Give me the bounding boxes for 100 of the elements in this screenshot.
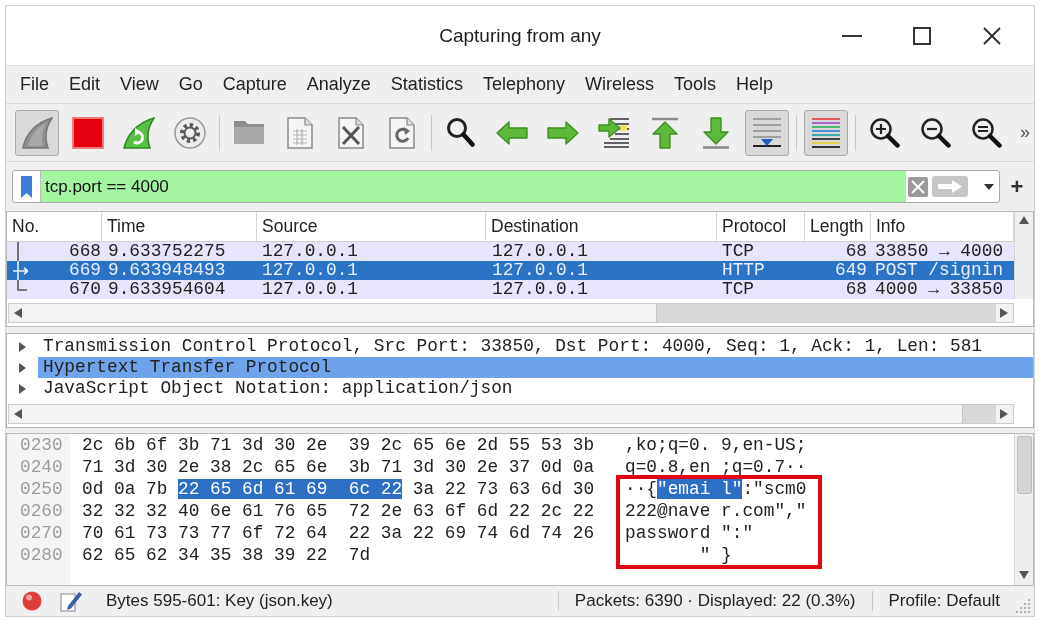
arrow-box-icon bbox=[932, 176, 968, 197]
more-tools-button[interactable]: » bbox=[1016, 120, 1034, 145]
menu-item[interactable]: Telephony bbox=[473, 71, 574, 98]
menu-item[interactable]: Statistics bbox=[381, 71, 472, 98]
horizontal-scrollbar[interactable] bbox=[8, 404, 1014, 424]
byte-offset: 0270 bbox=[20, 523, 63, 543]
maximize-icon bbox=[913, 26, 931, 45]
table-cell-text: 649 bbox=[834, 261, 868, 280]
minimize-icon bbox=[842, 34, 862, 37]
filter-field[interactable]: tcp.port == 4000 bbox=[12, 170, 1000, 203]
colorize-button[interactable] bbox=[804, 109, 848, 156]
table-cell-text: 4000 → 33850 bbox=[874, 280, 1005, 299]
clear-button[interactable] bbox=[908, 176, 928, 197]
zoom-out-icon bbox=[921, 117, 951, 148]
tree-item[interactable]: JavaScript Object Notation: application/json bbox=[38, 378, 1033, 399]
filter-input[interactable]: tcp.port == 4000 bbox=[41, 171, 906, 202]
scrollbar-thumb[interactable] bbox=[1016, 436, 1032, 494]
table-cell-text: 127.0.0.1 bbox=[261, 242, 360, 261]
tree-item[interactable]: Transmission Control Protocol, Src Port: 33850, Dst Port: 4000, Seq: 1, Ack: 1, Len: 581 bbox=[38, 336, 1033, 357]
byte-offset: 0280 bbox=[20, 545, 63, 565]
scroll-up-icon[interactable] bbox=[1019, 216, 1029, 224]
expand-arrow-icon[interactable] bbox=[19, 362, 26, 373]
menu-item[interactable]: Edit bbox=[60, 71, 110, 98]
right-arrow-icon bbox=[547, 120, 579, 145]
bookmark-icon bbox=[21, 175, 32, 198]
table-cell-text: 33850 → 4000 bbox=[874, 242, 1005, 261]
ascii-text: password ":" bbox=[625, 523, 754, 543]
ascii-text: 222@nave r.com"," bbox=[625, 501, 807, 521]
menu-item[interactable]: Help bbox=[727, 71, 783, 98]
scroll-down-icon[interactable] bbox=[1019, 571, 1029, 579]
fin-icon bbox=[21, 116, 53, 149]
hex-bytes: 62 65 62 34 35 38 39 22 7d bbox=[82, 545, 371, 565]
resize-grip-icon[interactable] bbox=[1016, 599, 1030, 613]
menu-item[interactable]: File bbox=[11, 71, 58, 98]
up-arrow-bar-icon bbox=[651, 116, 679, 149]
zoom-in-icon bbox=[870, 117, 900, 148]
cross-square-icon bbox=[908, 176, 928, 197]
lines-triangle-icon bbox=[753, 117, 781, 148]
packet-row[interactable]: 669 9.633948493 127.0.0.1 127.0.0.1 HTTP 649 POST /signin bbox=[7, 261, 1014, 280]
menu-item[interactable]: Capture bbox=[213, 71, 296, 98]
horizontal-scrollbar[interactable] bbox=[8, 303, 1014, 323]
status-text[interactable]: Profile: Default bbox=[872, 591, 1016, 611]
menu-item[interactable]: Analyze bbox=[297, 71, 380, 98]
ascii-text: ··{ bbox=[625, 479, 657, 499]
column-header[interactable]: Source bbox=[257, 212, 486, 241]
menu-item[interactable]: Wireless bbox=[575, 71, 663, 98]
scroll-right-icon[interactable] bbox=[1000, 409, 1008, 419]
zoom-reset-icon bbox=[972, 117, 1002, 148]
hex-bytes: 3a 22 73 63 6d 30 bbox=[412, 479, 595, 499]
settings-icon bbox=[174, 116, 206, 149]
bookmark-button[interactable] bbox=[13, 171, 41, 202]
folder-icon bbox=[233, 120, 265, 145]
table-cell-text: HTTP bbox=[721, 261, 766, 280]
hex-bytes: 22 65 6d 61 69 6c 22 bbox=[178, 479, 403, 499]
scroll-left-icon[interactable] bbox=[14, 308, 22, 318]
packet-row[interactable]: 670 9.633954604 127.0.0.1 127.0.0.1 TCP 68 4000 → 33850 bbox=[7, 280, 1014, 299]
table-cell-text: 670 bbox=[68, 280, 102, 299]
auto-scroll-button[interactable] bbox=[745, 109, 789, 156]
scrollbar-thumb[interactable] bbox=[656, 304, 996, 322]
scroll-right-icon[interactable] bbox=[1000, 308, 1008, 318]
search-icon bbox=[447, 118, 475, 147]
document-reload-icon bbox=[389, 116, 415, 149]
column-header[interactable]: No. bbox=[7, 212, 102, 241]
hex-bytes: 0d 0a 7b bbox=[82, 479, 168, 499]
ascii-text: "emai l" bbox=[657, 479, 743, 499]
striped-lines-icon bbox=[812, 117, 840, 148]
fin-arrow-icon bbox=[123, 116, 155, 149]
byte-offset: 0250 bbox=[20, 479, 63, 499]
table-cell-text: 127.0.0.1 bbox=[261, 261, 360, 280]
menu-item[interactable]: Tools bbox=[665, 71, 725, 98]
left-arrow-icon bbox=[496, 120, 528, 145]
byte-offset: 0230 bbox=[20, 435, 63, 455]
close-icon bbox=[983, 26, 1001, 45]
column-header[interactable]: Time bbox=[102, 212, 257, 241]
packet-row[interactable]: 668 9.633752275 127.0.0.1 127.0.0.1 TCP 68 33850 → 4000 bbox=[7, 242, 1014, 261]
menu-item[interactable]: View bbox=[111, 71, 168, 98]
document-cross-icon bbox=[338, 116, 364, 149]
status-text: Bytes 595-601: Key (json.key) bbox=[106, 591, 334, 611]
add-filter-button[interactable]: + bbox=[1004, 173, 1030, 200]
scrollbar-thumb[interactable] bbox=[962, 405, 996, 423]
table-cell-text: 127.0.0.1 bbox=[491, 242, 590, 261]
expand-arrow-icon[interactable] bbox=[19, 383, 26, 394]
start-capture-button[interactable] bbox=[15, 109, 59, 156]
byte-offset: 0260 bbox=[20, 501, 63, 521]
tree-item[interactable]: Hypertext Transfer Protocol bbox=[38, 357, 1033, 378]
table-cell-text: 9.633752275 bbox=[107, 242, 227, 261]
table-cell-text: POST /signin bbox=[874, 261, 1005, 280]
column-header[interactable]: Protocol bbox=[717, 212, 805, 241]
vertical-scrollbar[interactable] bbox=[1014, 434, 1033, 585]
status-dot-icon[interactable] bbox=[22, 591, 42, 611]
column-header[interactable]: Destination bbox=[486, 212, 717, 241]
document-icon bbox=[287, 116, 313, 149]
scroll-left-icon[interactable] bbox=[14, 409, 22, 419]
menu-item[interactable]: Go bbox=[169, 71, 212, 98]
vertical-scrollbar[interactable] bbox=[1014, 212, 1033, 299]
hex-bytes: 32 32 32 40 6e 61 76 65 72 2e 63 6f 6d 22 2c 22 bbox=[82, 501, 595, 521]
table-cell-text: 68 bbox=[844, 280, 868, 299]
expand-arrow-icon[interactable] bbox=[19, 341, 26, 352]
pencil-icon[interactable] bbox=[60, 590, 82, 612]
column-header[interactable]: Length bbox=[805, 212, 871, 241]
